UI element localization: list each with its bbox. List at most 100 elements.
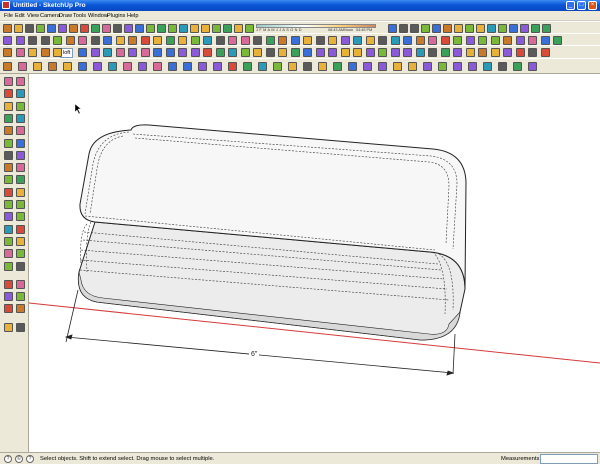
arc-icon[interactable] — [201, 24, 210, 33]
left-view-icon[interactable] — [403, 36, 412, 45]
scale-tool-icon[interactable] — [115, 36, 125, 45]
zoom-extents-icon[interactable] — [4, 236, 13, 246]
line-tool-icon[interactable] — [3, 36, 12, 45]
measurements-input[interactable] — [540, 454, 598, 464]
drape-tool-icon[interactable] — [253, 48, 262, 57]
orbit-icon[interactable] — [498, 24, 507, 33]
component-icon[interactable] — [135, 24, 144, 33]
section-plane-icon[interactable] — [16, 261, 25, 271]
axes-tool-icon[interactable] — [190, 36, 200, 45]
dimension-icon[interactable] — [443, 24, 452, 33]
rotate-tool-icon[interactable] — [103, 36, 112, 45]
pushpull-tool-icon[interactable] — [128, 36, 137, 45]
protractor-icon[interactable] — [454, 24, 463, 33]
chamfer-icon[interactable] — [363, 62, 372, 71]
monochrome-icon[interactable] — [478, 36, 487, 45]
outliner-icon[interactable] — [15, 48, 25, 57]
cut-icon[interactable] — [47, 24, 56, 33]
add-detail-icon[interactable] — [303, 62, 312, 71]
geo-location-icon[interactable]: ? — [4, 455, 12, 463]
iso-view-icon[interactable] — [340, 36, 350, 45]
walk-icon[interactable] — [240, 36, 250, 45]
smooth-icon[interactable] — [408, 62, 417, 71]
freehand-icon[interactable] — [16, 126, 25, 136]
followme-tool-icon[interactable] — [140, 36, 150, 45]
fredo-scale-icon[interactable] — [428, 48, 437, 57]
model-canvas[interactable]: 6" — [29, 74, 600, 452]
joint-push-pull-icon[interactable] — [423, 62, 432, 71]
look-around-icon[interactable] — [16, 249, 25, 259]
artisan-icon[interactable] — [528, 48, 537, 57]
eraser-tool-icon[interactable] — [16, 89, 25, 99]
circle-icon[interactable] — [190, 24, 199, 33]
xray-icon[interactable] — [415, 36, 425, 45]
google-earth-icon[interactable] — [168, 62, 177, 71]
zoomext-icon[interactable] — [542, 24, 551, 33]
rotate-icon[interactable] — [388, 24, 397, 33]
outer-shell-icon[interactable] — [103, 48, 112, 57]
freehand-icon[interactable] — [223, 24, 232, 33]
loft-icon[interactable] — [328, 48, 337, 57]
stamp-tool-icon[interactable] — [240, 48, 250, 57]
shape-bender-icon[interactable] — [478, 48, 487, 57]
layer-icon[interactable] — [528, 36, 537, 45]
component-icon[interactable] — [16, 292, 25, 302]
move-icon[interactable] — [4, 138, 13, 148]
move-icon[interactable] — [234, 24, 243, 33]
component-options-icon[interactable] — [123, 62, 132, 71]
followme-icon[interactable] — [399, 24, 408, 33]
section-plane-icon[interactable] — [3, 48, 12, 57]
warehouse-icon[interactable] — [165, 48, 175, 57]
curviloft-icon[interactable] — [390, 48, 400, 57]
menu-help[interactable]: Help — [127, 12, 139, 20]
offset-tool-icon[interactable] — [153, 36, 162, 45]
text-icon[interactable] — [16, 187, 25, 197]
flip-edge-icon[interactable] — [328, 36, 337, 45]
scale-icon[interactable] — [410, 24, 419, 33]
geo-location-icon[interactable] — [128, 48, 137, 57]
extensions-icon[interactable] — [198, 62, 207, 71]
close-button[interactable]: × — [588, 1, 597, 10]
curviloft-icon[interactable] — [453, 62, 462, 71]
sandbox-from-contours-icon[interactable] — [203, 48, 212, 57]
position-camera-icon[interactable] — [4, 249, 13, 259]
solid-subtract-icon[interactable] — [40, 48, 50, 57]
solid-intersect-icon[interactable] — [63, 62, 72, 71]
subdivide-icon[interactable] — [393, 62, 402, 71]
dimension-icon[interactable] — [16, 175, 25, 185]
circle-icon[interactable] — [4, 113, 13, 123]
warehouse-icon[interactable] — [183, 62, 192, 71]
new-icon[interactable] — [3, 24, 12, 33]
arc-tool-icon[interactable] — [65, 36, 75, 45]
solid-trim-icon[interactable] — [78, 62, 87, 71]
solid-intersect-icon[interactable] — [53, 48, 62, 57]
extensions-icon[interactable] — [178, 48, 187, 57]
drape-icon[interactable] — [315, 36, 325, 45]
zoom-icon[interactable] — [4, 224, 13, 234]
print-icon[interactable] — [36, 24, 45, 33]
sandbox-from-scratch-icon[interactable] — [215, 48, 225, 57]
select-tool-icon[interactable] — [4, 77, 13, 86]
scenes-icon[interactable] — [553, 36, 562, 45]
photo-textures-icon[interactable] — [4, 304, 13, 314]
back-view-icon[interactable] — [390, 36, 400, 45]
paint-bucket-icon[interactable] — [4, 89, 13, 99]
section-icon[interactable] — [228, 36, 237, 45]
sections-display-icon[interactable] — [515, 36, 525, 45]
extrude-icon[interactable] — [438, 62, 447, 71]
component-options-icon[interactable] — [115, 48, 125, 57]
weld-icon[interactable] — [453, 48, 462, 57]
round-corner-icon[interactable] — [333, 62, 342, 71]
tools-on-surface-icon[interactable] — [440, 48, 450, 57]
fillet-icon[interactable] — [303, 48, 312, 57]
menu-draw[interactable]: Draw — [59, 12, 72, 20]
smoove-tool-icon[interactable] — [258, 62, 267, 71]
chamfer-icon[interactable] — [315, 48, 325, 57]
weld-icon[interactable] — [528, 62, 537, 71]
bezier-icon[interactable] — [403, 48, 412, 57]
menu-tools[interactable]: Tools — [73, 12, 86, 20]
solid-union-icon[interactable] — [28, 48, 37, 57]
undo-icon[interactable] — [91, 24, 100, 33]
fredo-scale-icon[interactable] — [498, 62, 507, 71]
walk-icon[interactable] — [4, 261, 13, 271]
